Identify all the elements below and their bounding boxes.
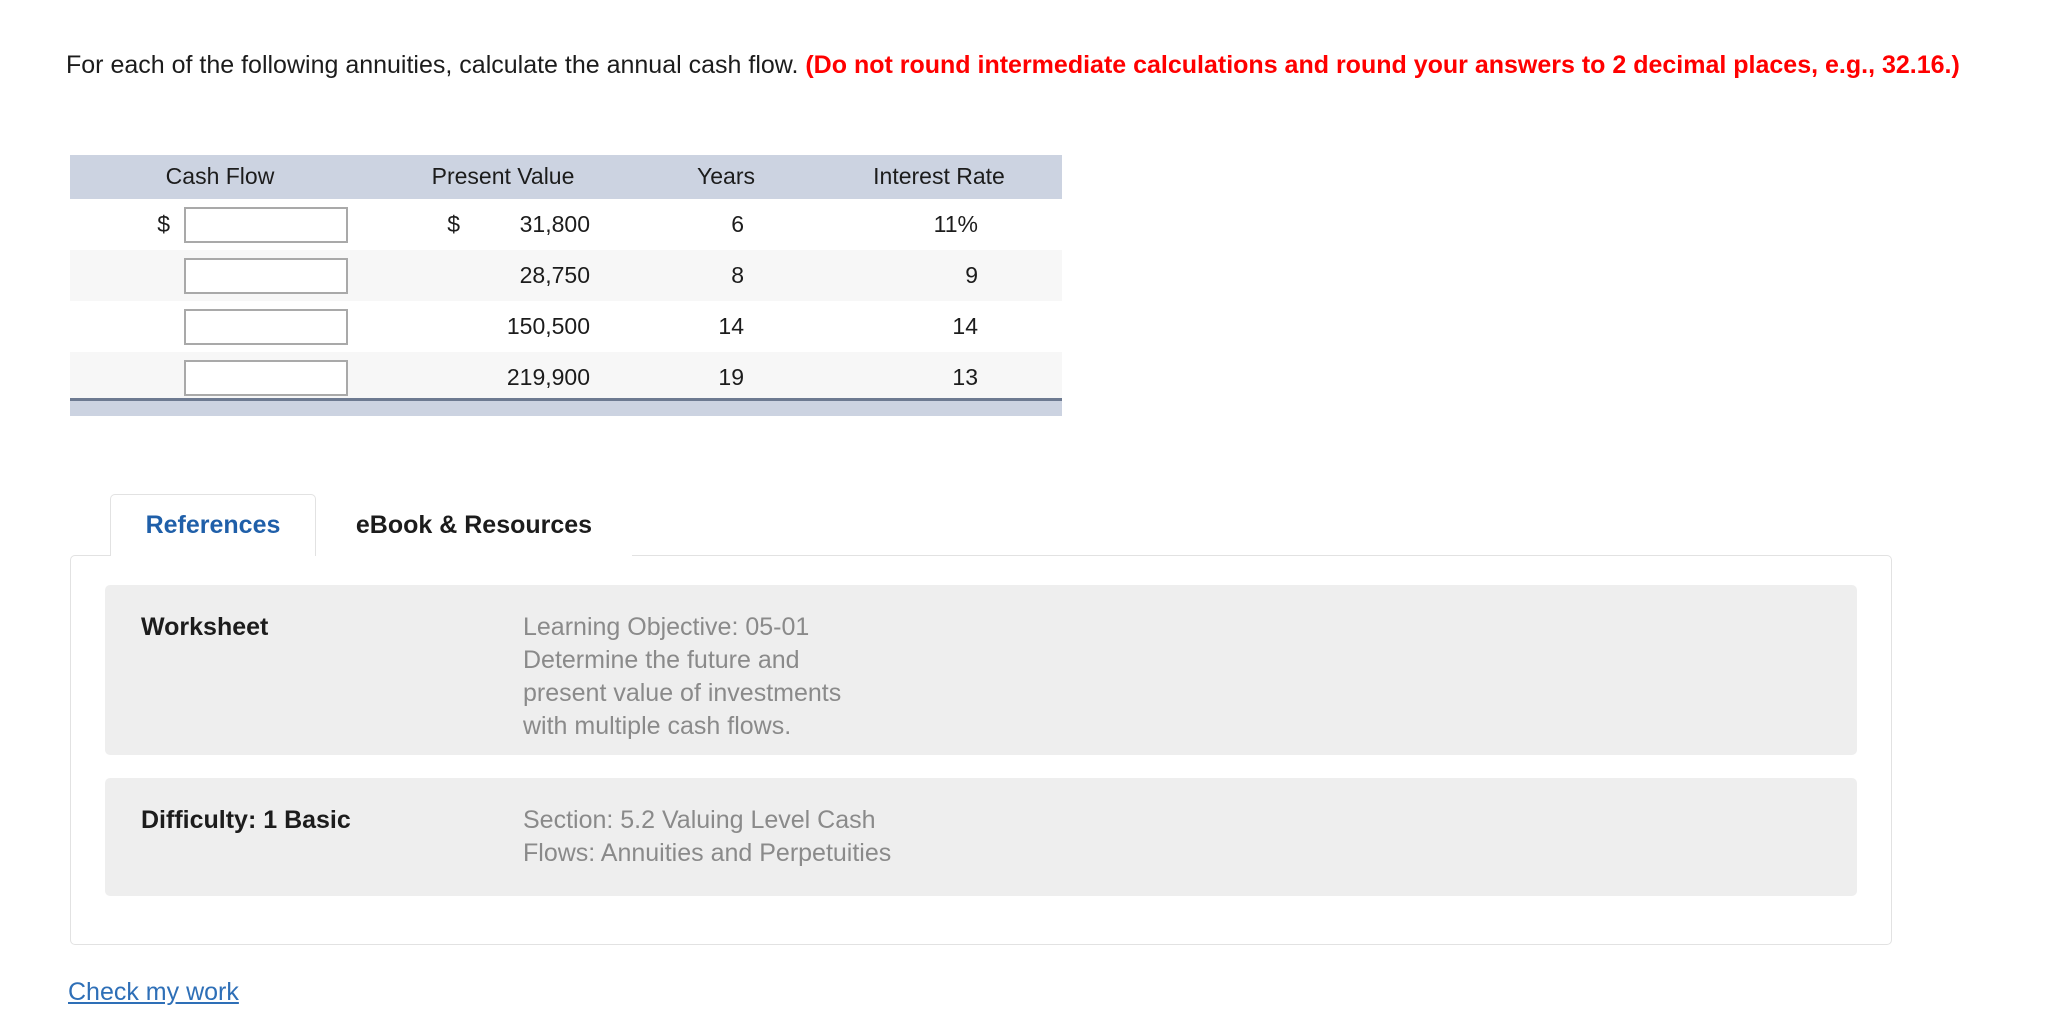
worksheet-text: Learning Objective: 05-01 Determine the … <box>523 613 842 740</box>
present-value-cell: $ 219,900 <box>370 352 636 403</box>
cash-flow-input[interactable] <box>184 359 348 396</box>
column-header-present-value: Present Value <box>370 155 636 199</box>
interest-rate-cell: 14 <box>816 301 1062 352</box>
tab-references[interactable]: References <box>110 494 316 556</box>
currency-symbol: $ <box>447 211 460 237</box>
years-value: 19 <box>718 364 744 390</box>
difficulty-block: Difficulty: 1 Basic Section: 5.2 Valuing… <box>105 778 1857 896</box>
years-cell: 8 <box>636 250 816 301</box>
years-cell: 14 <box>636 301 816 352</box>
interest-rate-value: 9 <box>965 262 978 288</box>
table-row: $ $ 150,500 14 14 <box>70 301 1062 352</box>
column-header-cash-flow: Cash Flow <box>70 155 370 199</box>
years-value: 8 <box>731 262 744 288</box>
difficulty-label: Difficulty: 1 Basic <box>141 806 351 834</box>
worksheet-label: Worksheet <box>141 613 269 641</box>
column-header-interest-rate: Interest Rate <box>816 155 1062 199</box>
prompt-normal-text: For each of the following annuities, cal… <box>66 51 806 79</box>
worksheet-block: Worksheet Learning Objective: 05-01 Dete… <box>105 585 1857 755</box>
interest-rate-value: 13 <box>952 364 978 390</box>
cash-flow-input[interactable] <box>184 206 348 243</box>
present-value-cell: $ 150,500 <box>370 301 636 352</box>
present-value-amount: 219,900 <box>506 364 590 390</box>
table-body: $ $ 31,800 6 11% $ <box>70 199 1062 403</box>
years-value: 14 <box>718 313 744 339</box>
tab-panel: Worksheet Learning Objective: 05-01 Dete… <box>70 555 1892 945</box>
interest-rate-value: 14 <box>952 313 978 339</box>
interest-rate-cell: 9 <box>816 250 1062 301</box>
table-row: $ $ 31,800 6 11% <box>70 199 1062 250</box>
table-row: $ $ 28,750 8 9 <box>70 250 1062 301</box>
cash-flow-cell: $ <box>70 352 370 403</box>
cash-flow-cell: $ <box>70 250 370 301</box>
table-row: $ $ 219,900 19 13 <box>70 352 1062 403</box>
interest-rate-value: 11% <box>933 211 978 237</box>
present-value-amount: 28,750 <box>519 262 590 288</box>
table-footer-bar <box>70 398 1062 416</box>
prompt-emphasis-text: (Do not round intermediate calculations … <box>805 51 1960 79</box>
difficulty-text: Section: 5.2 Valuing Level Cash Flows: A… <box>523 806 892 867</box>
table-header-row: Cash Flow Present Value Years Interest R… <box>70 155 1062 199</box>
years-cell: 6 <box>636 199 816 250</box>
present-value-amount: 150,500 <box>506 313 590 339</box>
years-value: 6 <box>731 211 744 237</box>
cash-flow-cell: $ <box>70 199 370 250</box>
tab-ebook-resources[interactable]: eBook & Resources <box>316 494 632 556</box>
cash-flow-input[interactable] <box>184 308 348 345</box>
present-value-amount: 31,800 <box>519 211 590 237</box>
active-tab-merge-strip <box>111 554 315 557</box>
cash-flow-cell: $ <box>70 301 370 352</box>
years-cell: 19 <box>636 352 816 403</box>
check-my-work-link[interactable]: Check my work <box>68 978 239 1007</box>
annuity-table: Cash Flow Present Value Years Interest R… <box>70 155 1062 403</box>
present-value-cell: $ 28,750 <box>370 250 636 301</box>
tab-bar: References eBook & Resources <box>110 494 1892 556</box>
interest-rate-cell: 11% <box>816 199 1062 250</box>
cash-flow-input[interactable] <box>184 257 348 294</box>
interest-rate-cell: 13 <box>816 352 1062 403</box>
dollar-sign-label: $ <box>157 211 170 237</box>
question-prompt: For each of the following annuities, cal… <box>66 48 2026 83</box>
present-value-cell: $ 31,800 <box>370 199 636 250</box>
column-header-years: Years <box>636 155 816 199</box>
